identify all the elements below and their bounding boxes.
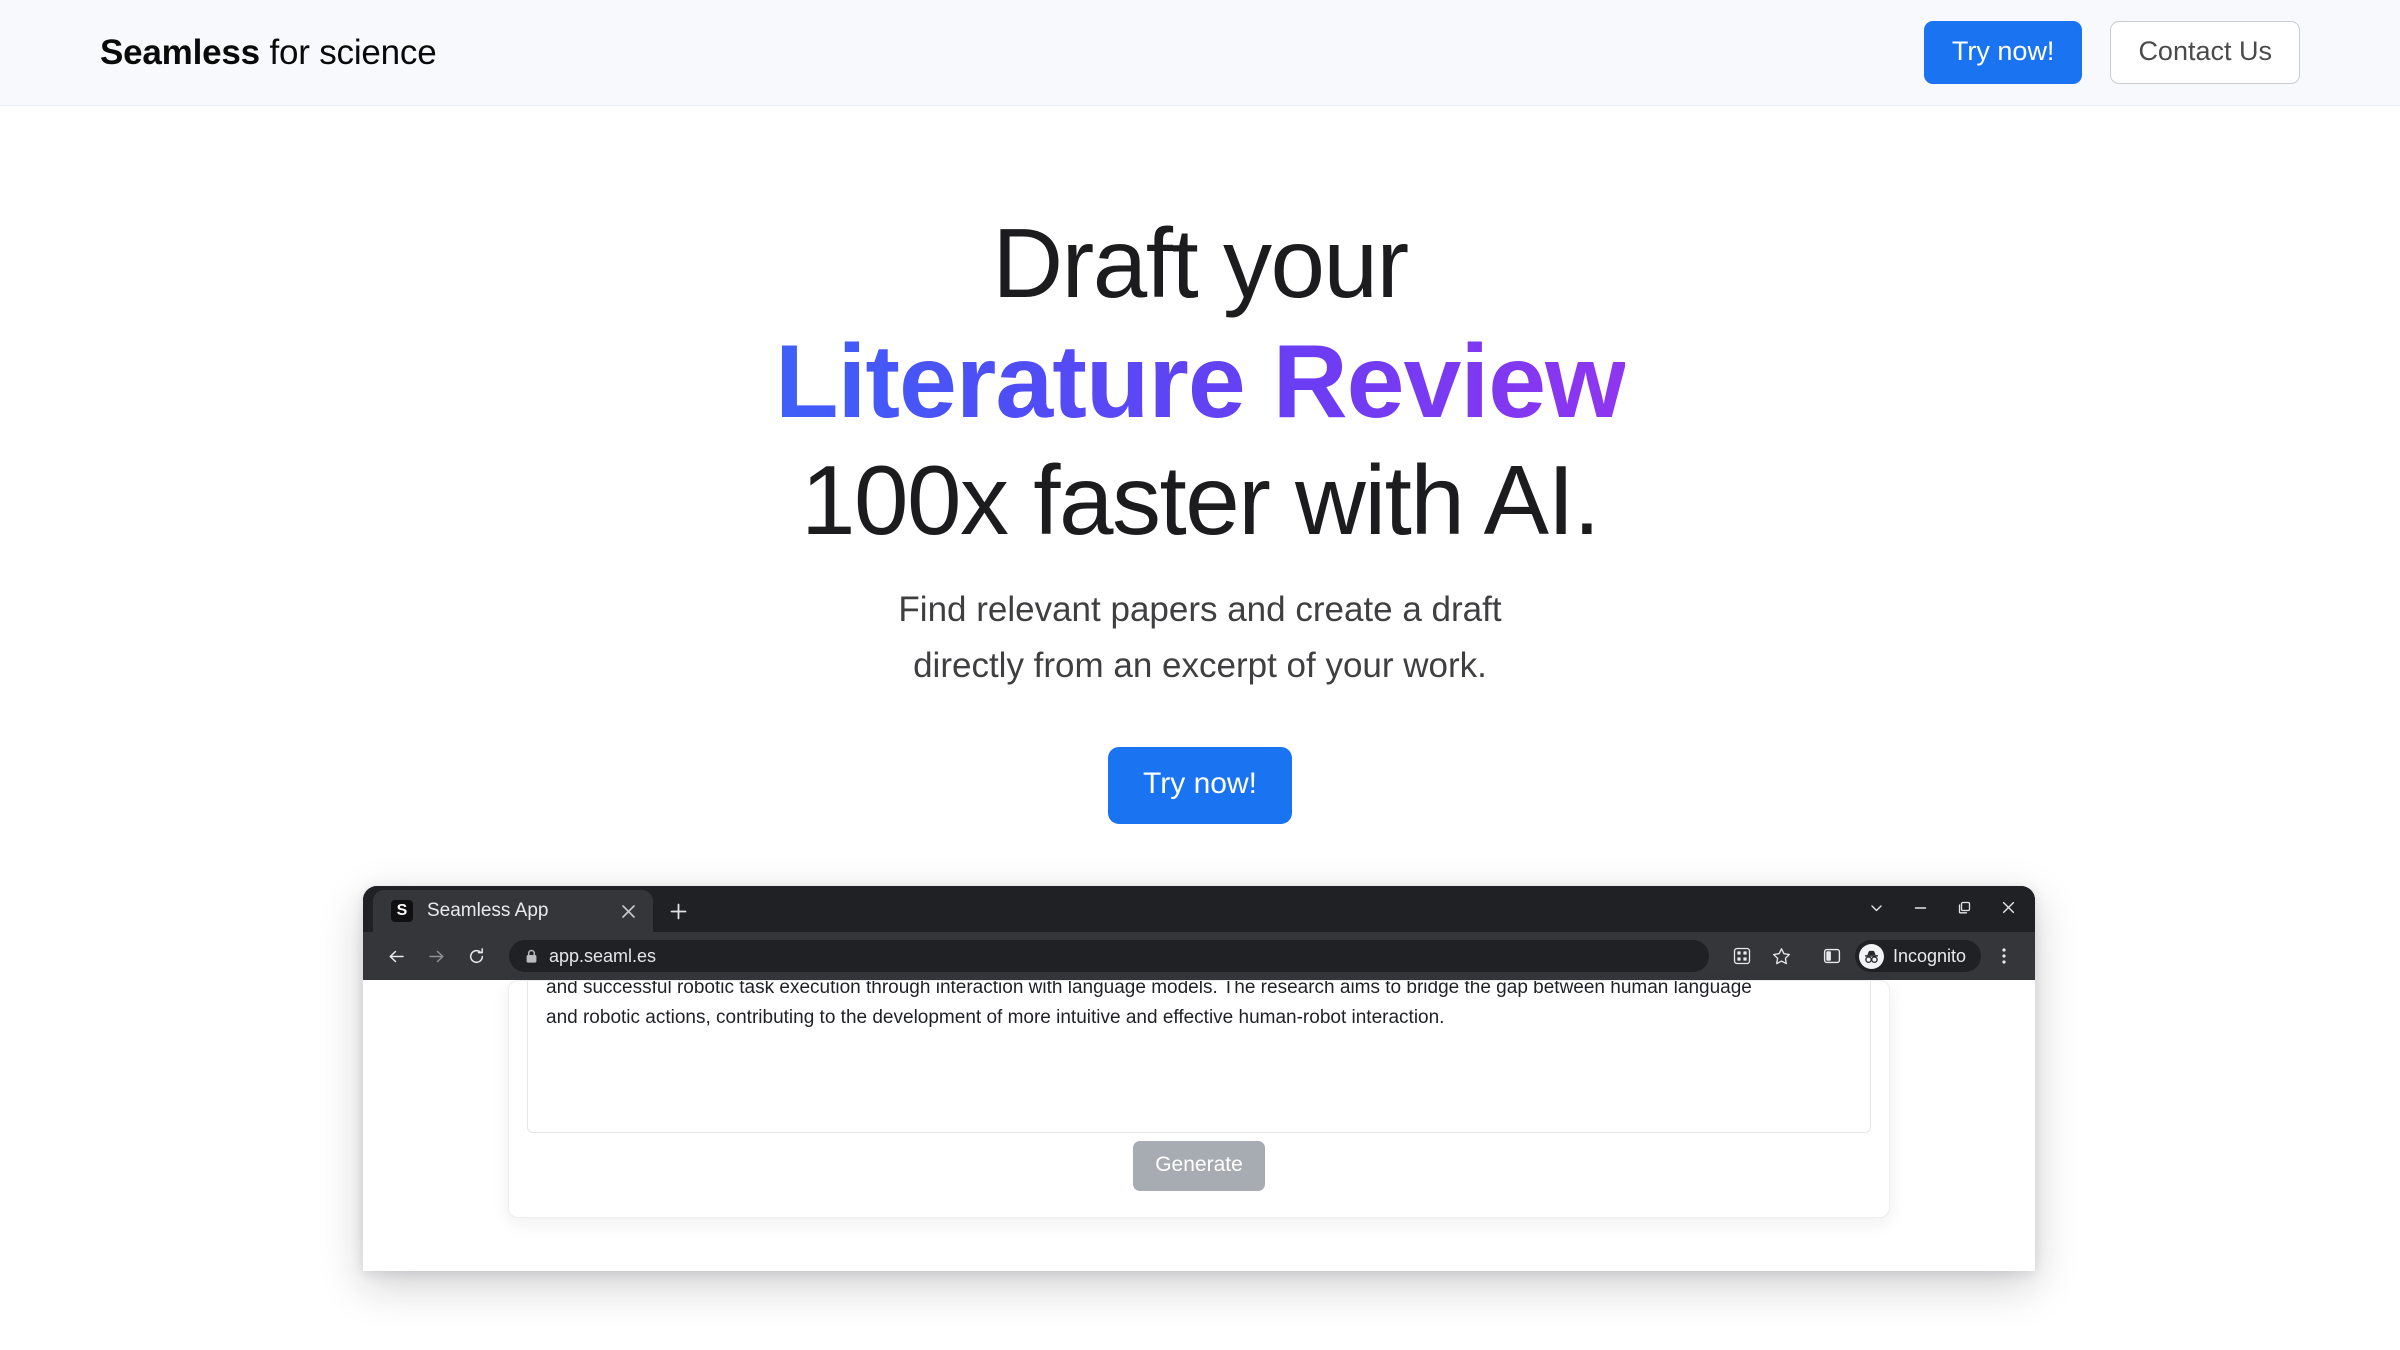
maximize-restore-icon[interactable]: [1943, 886, 1985, 928]
app-actions: Generate: [527, 1133, 1871, 1199]
hero-headline-line-3: 100x faster with AI.: [801, 444, 1600, 555]
address-bar-url: app.seaml.es: [549, 945, 657, 966]
hero-subtitle-line-1: Find relevant papers and create a draft: [898, 589, 1502, 629]
excerpt-line-1: and successful robotic task execution th…: [546, 981, 1752, 999]
reload-icon[interactable]: [459, 939, 493, 973]
hero-cta-wrap: Try now!: [0, 747, 2400, 825]
header-try-now-button[interactable]: Try now!: [1923, 21, 2083, 84]
hero-section: Draft your Literature Review 100x faster…: [0, 106, 2400, 1272]
side-panel-icon[interactable]: [1815, 939, 1849, 973]
forward-arrow-icon: [419, 939, 453, 973]
window-close-icon[interactable]: [1987, 886, 2029, 928]
tab-close-icon[interactable]: [617, 900, 639, 922]
brand-tagline: for science: [259, 32, 437, 72]
browser-tab[interactable]: S Seamless App: [373, 890, 653, 933]
address-bar[interactable]: app.seaml.es: [509, 940, 1709, 973]
hero-try-now-button[interactable]: Try now!: [1108, 747, 1292, 825]
brand-name: Seamless: [100, 32, 260, 72]
chevron-down-icon[interactable]: [1855, 886, 1897, 928]
header-contact-us-button[interactable]: Contact Us: [2110, 21, 2300, 84]
hero-subtitle: Find relevant papers and create a draft …: [0, 582, 2400, 695]
hero: Draft your Literature Review 100x faster…: [0, 106, 2400, 825]
app-card: and successful robotic task execution th…: [508, 980, 1890, 1219]
star-icon[interactable]: [1765, 939, 1799, 973]
lock-icon: [525, 949, 538, 964]
three-dot-menu-icon[interactable]: [1987, 939, 2021, 973]
extensions-grid-icon[interactable]: [1725, 939, 1759, 973]
hero-headline-accent: Literature Review: [775, 317, 1626, 448]
excerpt-line-2: and robotic actions, contributing to the…: [546, 1007, 1445, 1029]
profile-incognito-pill[interactable]: Incognito: [1854, 940, 1981, 973]
hero-subtitle-line-2: directly from an excerpt of your work.: [913, 646, 1487, 686]
hero-headline-line-1: Draft your: [992, 208, 1409, 318]
brand-logo[interactable]: Seamless for science: [100, 33, 437, 73]
generate-button[interactable]: Generate: [1133, 1141, 1265, 1192]
new-tab-plus-icon[interactable]: [661, 894, 695, 928]
site-header: Seamless for science Try now! Contact Us: [0, 0, 2400, 106]
seamless-favicon-icon: S: [391, 900, 413, 923]
browser-viewport: and successful robotic task execution th…: [363, 980, 2035, 1272]
browser-tabstrip: S Seamless App: [363, 886, 2035, 933]
browser-toolbar: app.seaml.es Incognito: [363, 932, 2035, 981]
header-actions: Try now! Contact Us: [1923, 21, 2300, 84]
incognito-avatar-icon: [1858, 943, 1884, 969]
window-controls: [1855, 886, 2035, 928]
excerpt-textarea[interactable]: and successful robotic task execution th…: [527, 981, 1871, 1134]
minimize-icon[interactable]: [1899, 886, 1941, 928]
browser-tab-title: Seamless App: [427, 900, 549, 922]
profile-name-label: Incognito: [1892, 945, 1966, 966]
browser-mockup-stage: S Seamless App app.seaml.es Incognito an…: [0, 886, 2400, 1272]
back-arrow-icon[interactable]: [379, 939, 413, 973]
browser-window: S Seamless App app.seaml.es Incognito an…: [363, 886, 2035, 1272]
hero-headline-line-2-wrap: Literature Review: [0, 317, 2400, 448]
